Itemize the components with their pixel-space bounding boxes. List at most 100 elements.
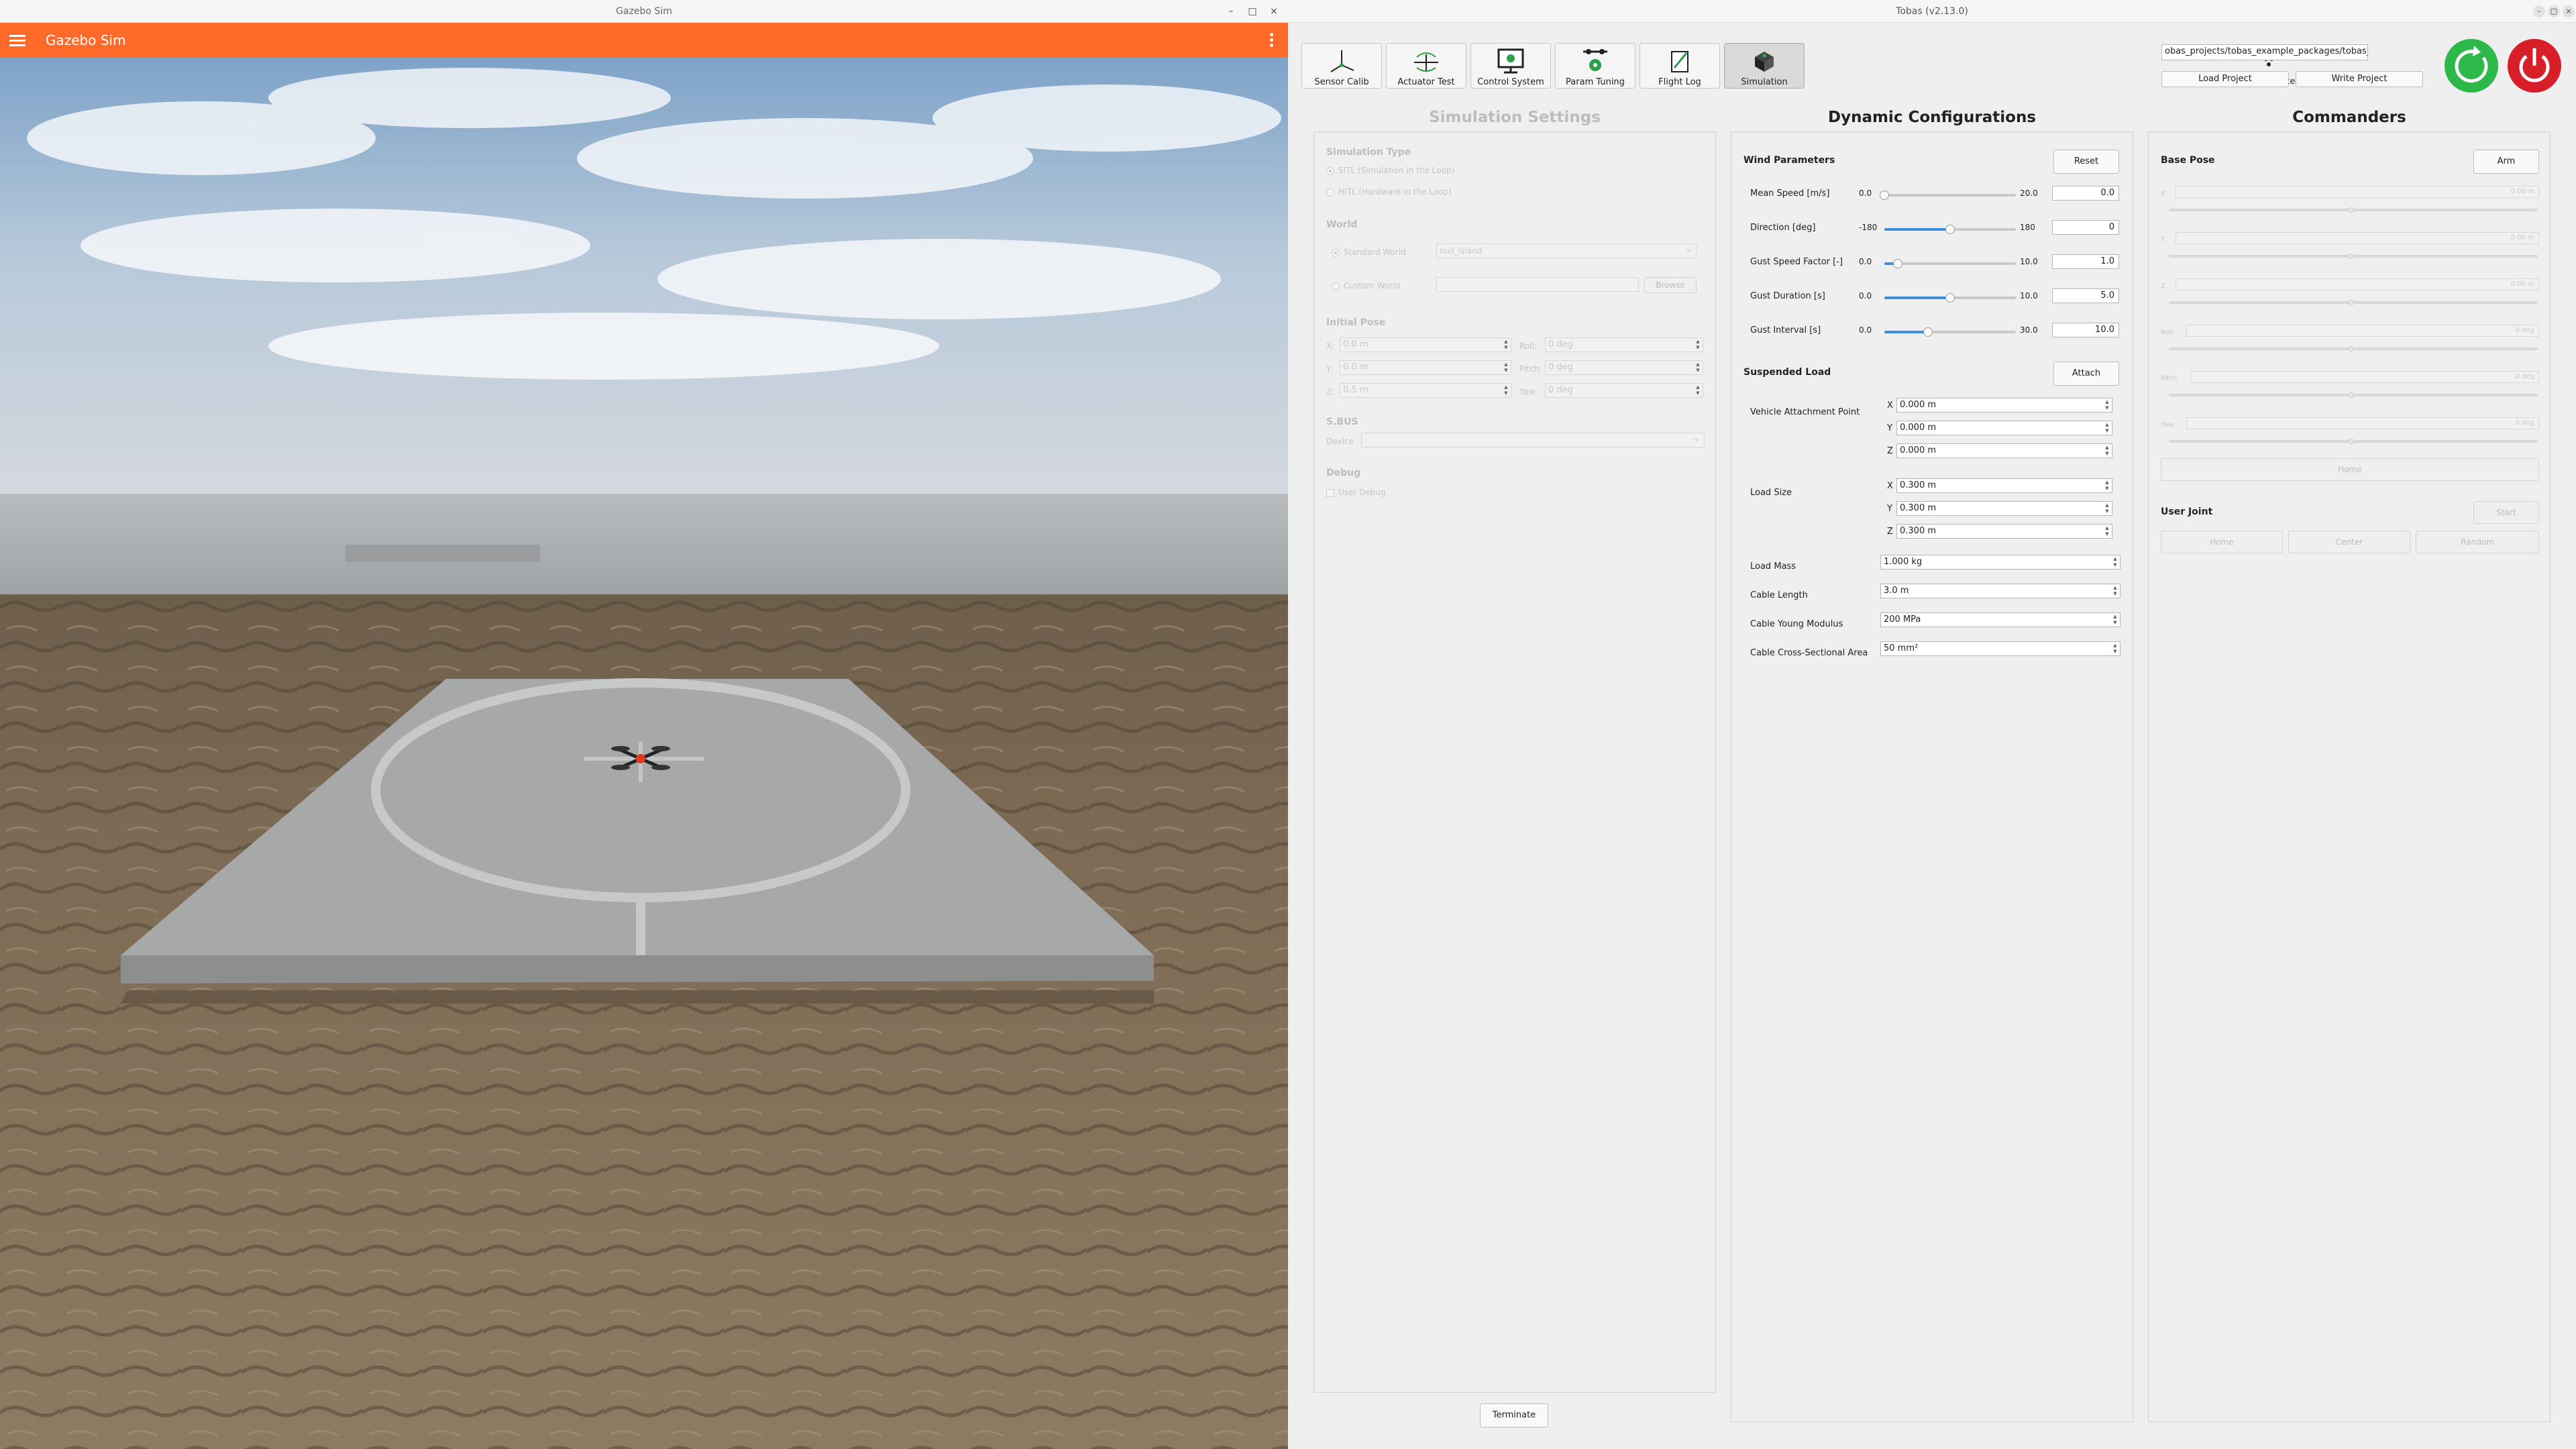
sitl-radio[interactable] [1326,167,1334,175]
sim-settings-title: Simulation Settings [1429,109,1601,126]
axis-z-field[interactable]: 0.00 m [2176,278,2539,290]
axis-pitch-field[interactable]: 0 deg [2190,371,2539,383]
terminate-button[interactable]: Terminate [1480,1403,1548,1428]
browse-button[interactable]: Browse [1644,277,1697,293]
load-size-y-field[interactable]: 0.300 m ▲ ▼ [1896,501,2112,516]
cmd-knob[interactable] [2349,300,2354,305]
slider-knob[interactable] [1945,225,1955,234]
axis-yaw-slider[interactable] [2169,439,2538,444]
axis-roll-field[interactable]: 0 deg [2186,325,2539,337]
user-joint-label: User Joint [2161,506,2213,517]
tool-label: Control System [1477,77,1544,87]
home-button[interactable]: Home [2161,458,2539,481]
axis-x-field[interactable]: 0.00 m [2176,186,2539,198]
cmd-knob[interactable] [2349,439,2354,444]
pose-yaw-field[interactable]: 0 deg ▲ ▼ [1545,383,1703,398]
cable-length-field[interactable]: 3.0 m ▲ ▼ [1880,584,2121,598]
device-select[interactable] [1361,431,1705,447]
user-debug-checkbox[interactable] [1326,489,1334,497]
load-project-button[interactable]: Load Project [2161,71,2289,87]
load-size-z-label: Z [1887,527,1893,537]
mean-speed-field[interactable]: 0.0 [2052,186,2119,201]
cable-young-field[interactable]: 200 MPa ▲ ▼ [1880,612,2121,627]
write-project-button[interactable]: Write Project [2296,71,2423,87]
slider-knob[interactable] [1923,327,1933,337]
tool-sensor-calib[interactable]: Sensor Calib [1301,43,1382,89]
gust-interval-slider[interactable] [1884,327,2016,337]
load-size-z-value: 0.300 m [1900,526,1937,536]
joint-center-button[interactable]: Center [2288,531,2410,553]
pose-x-field[interactable]: 0.0 m ▲ ▼ [1340,337,1511,352]
tool-flight-log[interactable]: Flight Log [1640,43,1720,89]
load-mass-field[interactable]: 1.000 kg ▲ ▼ [1880,555,2121,570]
maximize-icon[interactable]: □ [2548,5,2560,17]
direction-field[interactable]: 0 [2052,220,2119,235]
cmd-knob[interactable] [2349,254,2354,259]
gust-duration-field[interactable]: 5.0 [2052,288,2119,303]
axis-roll-slider[interactable] [2169,346,2538,352]
joint-random-button[interactable]: Random [2416,531,2539,553]
axis-y-slider[interactable] [2169,254,2538,259]
axis-y-field[interactable]: 0.00 m [2176,232,2539,244]
axis-yaw-field[interactable]: 0 deg [2186,417,2539,429]
slider-knob[interactable] [1880,191,1889,200]
joint-home-button[interactable]: Home [2161,531,2283,553]
vertical-dots-icon[interactable] [1268,31,1275,50]
gust-speed-slider[interactable] [1884,259,2016,268]
cable-length-value: 3.0 m [1884,586,1909,596]
pose-pitch-field[interactable]: 0 deg ▲ ▼ [1545,360,1703,375]
stop-button[interactable] [2506,38,2563,94]
gust-speed-field[interactable]: 1.0 [2052,254,2119,269]
start-joint-button[interactable]: Start [2473,501,2539,524]
attachment-x-field[interactable]: 0.000 m ▲ ▼ [1896,398,2112,413]
hitl-radio[interactable] [1326,189,1334,197]
close-icon[interactable]: × [1264,0,1284,23]
debug-label: Debug [1326,468,1361,478]
axis-pitch-slider[interactable] [2169,392,2538,398]
slider-knob[interactable] [1892,259,1902,268]
pose-y-field[interactable]: 0.0 m ▲ ▼ [1340,360,1511,375]
mean-speed-slider[interactable] [1880,191,2016,200]
cmd-knob[interactable] [2349,207,2354,213]
hamburger-menu-icon[interactable] [9,32,25,48]
slider-knob[interactable] [1945,293,1955,303]
minimize-icon[interactable]: – [2533,5,2545,17]
gust-interval-field[interactable]: 10.0 [2052,323,2119,337]
mean-speed-min: 0.0 [1859,189,1872,198]
arm-button[interactable]: Arm [2473,150,2539,174]
standard-world-select[interactable]: null_island [1436,242,1697,258]
project-path-field[interactable]: obas_projects/tobas_example_packages/tob… [2161,44,2368,60]
cable-area-field[interactable]: 50 mm² ▲ ▼ [1880,641,2121,656]
attachment-y-field[interactable]: 0.000 m ▲ ▼ [1896,421,2112,435]
load-size-z-field[interactable]: 0.300 m ▲ ▼ [1896,524,2112,539]
direction-slider[interactable] [1884,225,2016,234]
tool-actuator-test[interactable]: Actuator Test [1386,43,1466,89]
standard-world-radio[interactable] [1332,249,1340,257]
user-debug-label: User Debug [1338,488,1386,497]
tool-control-system[interactable]: Control System [1470,43,1551,89]
close-icon[interactable]: × [2563,5,2575,17]
gazebo-window: Gazebo Sim – □ × Gazebo Sim [0,0,1288,1449]
minimize-icon[interactable]: – [1221,0,1241,23]
pose-roll-field[interactable]: 0 deg ▲ ▼ [1545,337,1703,352]
load-mass-value: 1.000 kg [1884,557,1923,567]
pose-z-field[interactable]: 0.5 m ▲ ▼ [1340,383,1511,398]
start-button[interactable] [2443,38,2500,94]
tool-simulation[interactable]: Simulation [1724,43,1805,89]
axis-x-slider[interactable] [2169,207,2538,213]
cmd-knob[interactable] [2349,392,2354,398]
cmd-knob[interactable] [2349,346,2354,352]
maximize-icon[interactable]: □ [1242,0,1263,23]
tool-param-tuning[interactable]: Param Tuning [1555,43,1635,89]
gust-duration-slider[interactable] [1884,293,2016,303]
reset-button[interactable]: Reset [2053,150,2119,174]
attachment-z-field[interactable]: 0.000 m ▲ ▼ [1896,443,2112,458]
custom-world-field[interactable] [1436,277,1639,292]
axis-z-label: Z [2161,282,2165,290]
load-size-x-field[interactable]: 0.300 m ▲ ▼ [1896,478,2112,493]
attach-button[interactable]: Attach [2053,362,2119,386]
3d-viewport[interactable] [0,58,1288,1449]
pose-x-label: X: [1326,341,1335,351]
axis-z-slider[interactable] [2169,300,2538,305]
custom-world-radio[interactable] [1332,282,1340,290]
